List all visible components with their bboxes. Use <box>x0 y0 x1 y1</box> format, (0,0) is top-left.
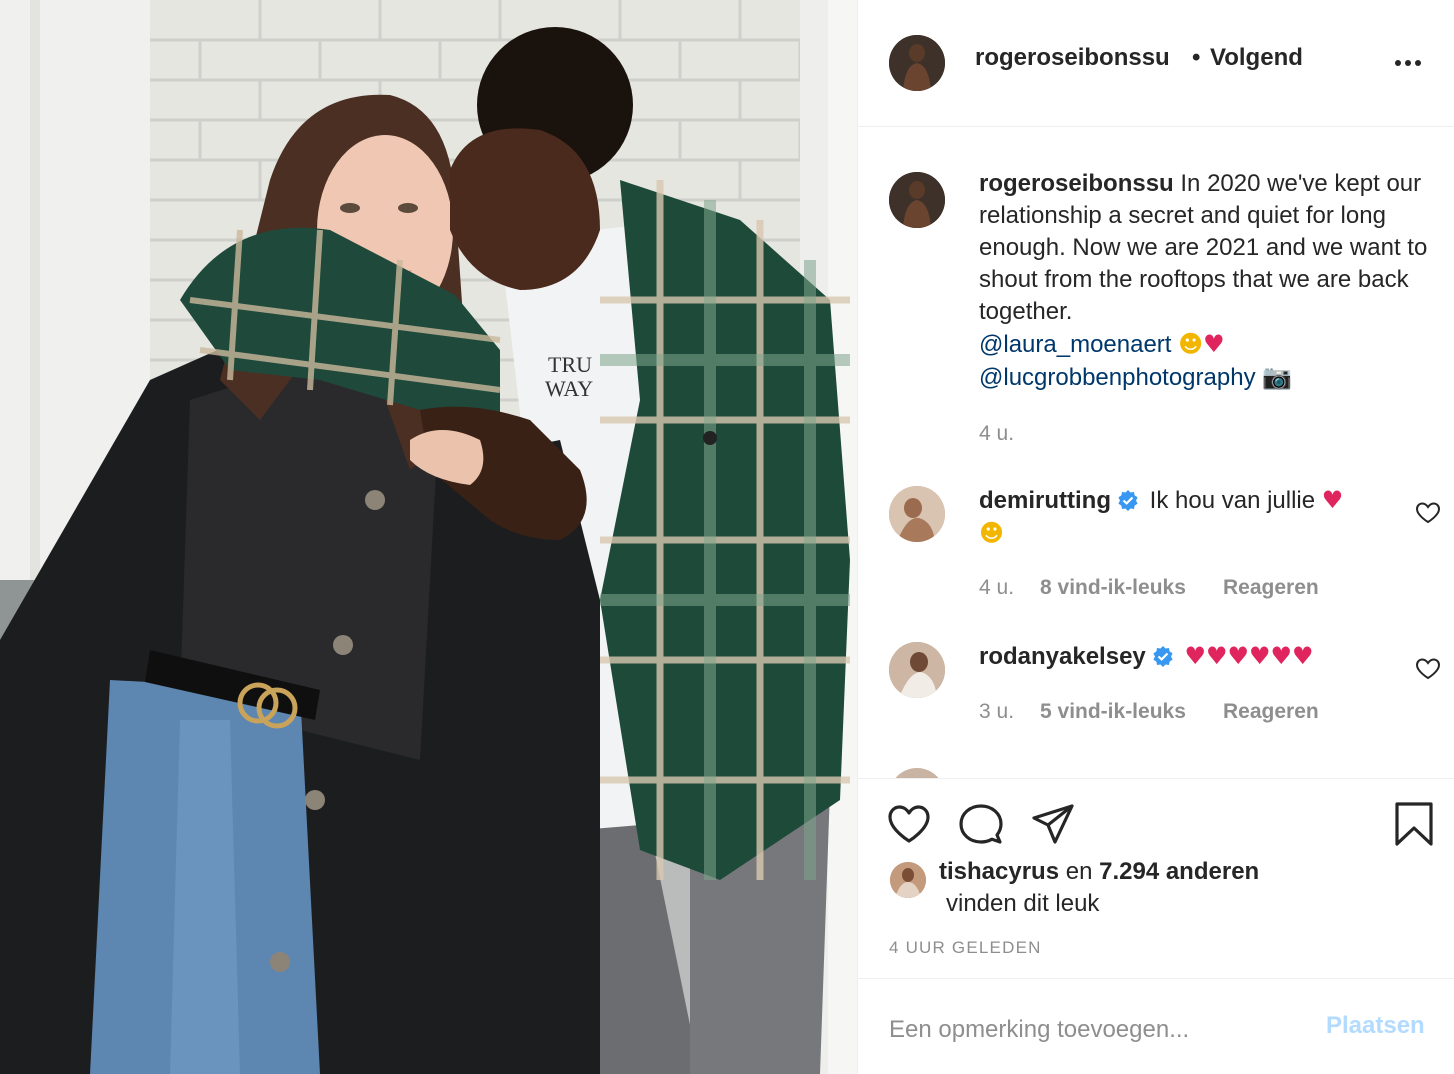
comment-body: rodanyakelsey ♥♥♥♥♥♥ <box>979 640 1399 673</box>
caption-author-avatar-image <box>889 172 945 228</box>
liker-avatar[interactable] <box>890 862 926 898</box>
more-options-icon[interactable] <box>1388 46 1428 76</box>
comment-bubble-icon[interactable] <box>958 802 1004 846</box>
post-header: rogeroseibonssu • Volgend <box>858 0 1454 127</box>
likes-summary: tishacyrus en 7.294 anderen <box>939 858 1259 886</box>
follow-status-button[interactable]: Volgend <box>1210 44 1303 72</box>
comment-like-heart-icon[interactable] <box>1415 657 1441 681</box>
author-avatar[interactable] <box>889 35 945 91</box>
author-avatar-image <box>889 35 945 91</box>
commenter-avatar[interactable] <box>889 768 945 778</box>
verified-badge-icon <box>1153 646 1173 667</box>
heart-eyes-emoji-icon: ☻ <box>1178 330 1204 358</box>
paper-plane-icon[interactable] <box>1030 802 1076 846</box>
reply-button[interactable]: Reageren <box>1223 700 1319 724</box>
separator-dot: • <box>1192 44 1201 71</box>
likes-others-link[interactable]: 7.294 anderen <box>1099 858 1259 885</box>
caption-username[interactable]: rogeroseibonssu <box>979 170 1174 197</box>
couple-photo-illustration: TRU WAY <box>0 0 857 1074</box>
comment-likes-count[interactable]: 5 vind-ik-leuks <box>1040 700 1186 724</box>
commenter-avatar[interactable] <box>889 642 945 698</box>
post-timestamp[interactable]: 4 UUR GELEDEN <box>889 938 1042 958</box>
divider <box>858 778 1454 779</box>
heart-eyes-emoji-icon: ☻ <box>979 519 1005 547</box>
bookmark-icon[interactable] <box>1391 802 1437 846</box>
likes-joiner: en <box>1065 858 1093 885</box>
likes-suffix: vinden dit leuk <box>946 890 1100 917</box>
comment-text: Ik hou van jullie <box>1149 487 1316 514</box>
post-detail-panel: rogeroseibonssu • Volgend rogeroseibonss… <box>857 0 1454 1074</box>
heart-outline-icon[interactable] <box>886 802 932 846</box>
svg-text:TRU: TRU <box>548 352 592 377</box>
comment-timestamp: 4 u. <box>979 576 1015 599</box>
mention-link[interactable]: @laura_moenaert <box>979 331 1171 358</box>
add-comment-input[interactable] <box>889 1010 1309 1050</box>
post-photo[interactable]: TRU WAY <box>0 0 857 1074</box>
divider <box>858 978 1454 979</box>
comment-timestamp: 3 u. <box>979 700 1015 723</box>
camera-flash-emoji-icon: 📷 <box>1262 363 1293 391</box>
reply-button[interactable]: Reageren <box>1223 576 1319 600</box>
svg-text:WAY: WAY <box>545 376 593 401</box>
red-heart-emoji-icon: ♥♥♥♥♥♥ <box>1184 642 1314 670</box>
red-heart-emoji-icon: ♥ <box>1321 486 1344 514</box>
comment-username[interactable]: rodanyakelsey <box>979 643 1146 670</box>
post-comment-button[interactable]: Plaatsen <box>1326 1012 1425 1040</box>
comment-likes-count[interactable]: 8 vind-ik-leuks <box>1040 576 1186 600</box>
commenter-avatar-image <box>889 642 945 698</box>
mention-link[interactable]: @lucgrobbenphotography <box>979 364 1256 391</box>
liker-avatar-image <box>890 862 926 898</box>
post-caption: rogeroseibonssu In 2020 we've kept our r… <box>979 168 1439 394</box>
commenter-avatar-image <box>889 486 945 542</box>
author-username[interactable]: rogeroseibonssu <box>975 44 1170 72</box>
liker-username[interactable]: tishacyrus <box>939 858 1059 885</box>
comment-body: demirutting Ik hou van jullie ♥ ☻ <box>979 484 1399 550</box>
comment-username[interactable]: demirutting <box>979 487 1111 514</box>
action-bar <box>858 780 1454 870</box>
verified-badge-icon <box>1118 490 1138 511</box>
commenter-avatar[interactable] <box>889 486 945 542</box>
red-heart-emoji-icon: ♥ <box>1203 330 1225 358</box>
caption-author-avatar[interactable] <box>889 172 945 228</box>
caption-timestamp: 4 u. <box>979 422 1015 445</box>
comment-like-heart-icon[interactable] <box>1415 501 1441 525</box>
comments-list[interactable]: rogeroseibonssu In 2020 we've kept our r… <box>858 128 1454 778</box>
